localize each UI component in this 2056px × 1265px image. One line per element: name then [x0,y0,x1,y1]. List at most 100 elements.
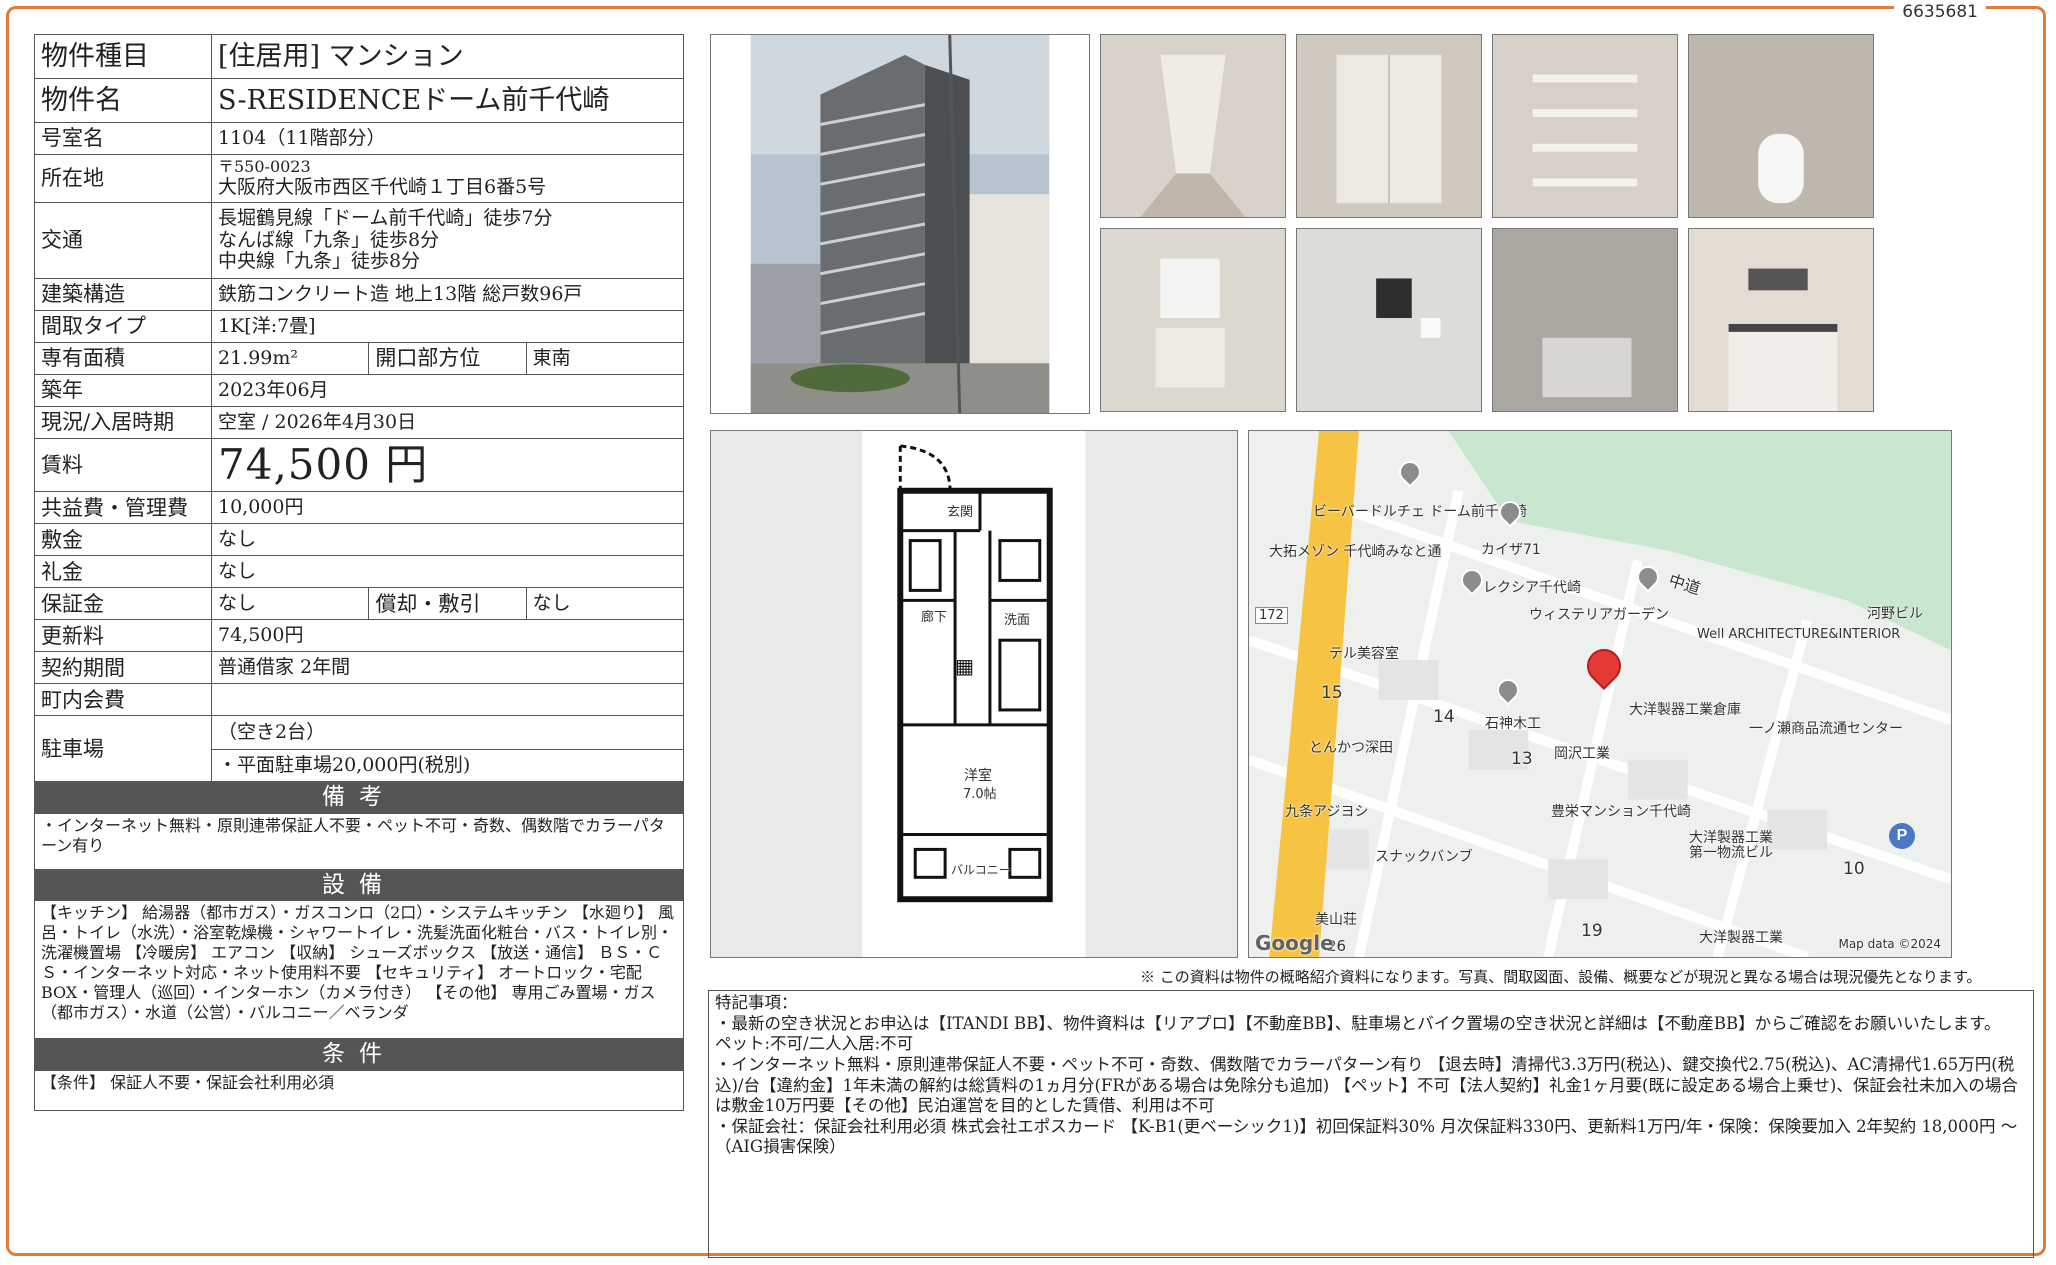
name-value: S-RESIDENCEドーム前千代崎 [211,78,684,123]
renewal-label: 更新料 [34,619,212,653]
document-id: 6635681 [1894,2,1986,22]
map-route-badge: 172 [1255,607,1288,624]
name-label: 物件名 [34,78,212,123]
postal-code: 〒550-0023 [218,157,311,177]
structure-label: 建築構造 [34,278,212,311]
fee-label: 共益費・管理費 [34,491,212,525]
plan-label-genkan: 玄関 [947,505,974,520]
built-label: 築年 [34,374,212,407]
room-value: 1104（11階部分） [211,122,684,155]
map-block-number: 19 [1581,921,1603,941]
map-label: 美山荘 [1315,912,1357,928]
plan-label-room-size: 7.0帖 [963,787,997,802]
map-label: 九条アジヨシ [1285,804,1369,820]
parking-availability: （空き2台） [211,715,684,751]
room-label: 号室名 [34,122,212,155]
parking-price: ・平面駐車場20,000円(税別) [211,749,684,783]
map-label: とんかつ深田 [1309,740,1393,756]
deposit-label: 敷金 [34,523,212,557]
interior-photo-bathroom [1492,228,1678,412]
contract-value: 普通借家 2年間 [211,651,684,685]
address-cell: 〒550-0023 大阪府大阪市西区千代崎１丁目6番5号 [211,154,684,203]
map-label: 大洋製器工業 第一物流ビル [1689,830,1773,862]
building-photo [710,34,1090,414]
rent-label: 賃料 [34,437,212,493]
amortize-label: 償却・敷引 [368,587,527,621]
contract-label: 契約期間 [34,651,212,685]
equipment-text: 【キッチン】 給湯器（都市ガス）・ガスコンロ（2口）・システムキッチン 【水廻り… [34,900,684,1040]
transport-label: 交通 [34,202,212,279]
map-block-number: 14 [1433,707,1455,727]
status-value: 空室 / 2026年4月30日 [211,406,684,439]
fee-value: 10,000円 [211,491,684,525]
interior-photo-bath-panel [1296,228,1482,412]
google-logo: Google [1255,931,1334,955]
map-block-number: 10 [1843,859,1865,879]
plan-label-balcony: バルコニー [951,863,1011,877]
map-label: 岡沢工業 [1554,746,1610,762]
interior-photo-toilet [1688,34,1874,218]
map-label: 石神木工 [1485,716,1541,732]
rent-value: 74,500 円 [211,437,684,493]
map-label: 豊栄マンション千代崎 [1551,804,1691,820]
map-label: Well ARCHITECTURE&INTERIOR [1697,627,1901,642]
interior-photo-washroom [1100,228,1286,412]
layout-label: 間取タイプ [34,310,212,343]
assoc-fee-value [211,683,684,717]
status-label: 現況/入居時期 [34,406,212,439]
map-label: テル美容室 [1329,646,1399,662]
conditions-header: 条件 [34,1038,684,1071]
interior-photo-kitchen [1688,228,1874,412]
map-block-number: 15 [1321,683,1343,703]
transport-line: 中央線「九条」徒歩8分 [218,250,421,273]
conditions-text: 【条件】 保証人不要・保証会社利用必須 [34,1069,684,1111]
area-label: 専有面積 [34,342,212,375]
equipment-header: 設備 [34,868,684,902]
map-credit: Map data ©2024 [1838,937,1941,951]
address-label: 所在地 [34,154,212,203]
direction-label: 開口部方位 [368,342,527,375]
floor-plan: ▦ 玄関 廊下 洗面 洋室 7.0帖 バルコニー [710,430,1238,958]
direction-value: 東南 [525,342,685,375]
guarantee-label: 保証金 [34,587,212,621]
map-label: レクシア千代崎 [1483,580,1581,596]
type-label: 物件種目 [34,34,212,79]
type-value: [住居用] マンション [211,34,684,79]
remarks-text: ・インターネット無料・原則連帯保証人不要・ペット不可・奇数、偶数階でカラーパター… [34,812,684,870]
location-map: ビーバードルチェ ドーム前千代崎 大拓メゾン 千代崎みなと通 カイザ71 レクシ… [1248,430,1952,958]
area-value: 21.99m² [210,342,370,375]
map-label: 河野ビル [1867,606,1923,622]
amortize-value: なし [525,587,685,621]
layout-value: 1K[洋:7畳] [211,310,684,343]
assoc-fee-label: 町内会費 [34,683,212,717]
built-value: 2023年06月 [211,374,684,407]
key-money-value: なし [211,555,684,589]
plan-label-washroom: 洗面 [1004,613,1031,628]
special-notes: 特記事項： ・最新の空き状況とお申込は【ITANDI BB】、物件資料は【リアプ… [708,990,2034,1258]
map-label: スナックバンブ [1375,849,1473,865]
key-money-label: 礼金 [34,555,212,589]
map-label: 一ノ瀬商品流通センター [1749,721,1903,737]
interior-photo-corridor [1100,34,1286,218]
guarantee-value: なし [210,587,370,621]
map-label: ウィステリアガーデン [1529,607,1669,623]
renewal-value: 74,500円 [211,619,684,653]
parking-label: 駐車場 [34,715,212,783]
address-value: 大阪府大阪市西区千代崎１丁目6番5号 [218,175,547,198]
map-label: 大洋製器工業 [1699,930,1783,946]
map-label: カイザ71 [1481,542,1541,558]
interior-photo-shoe-shelf [1492,34,1678,218]
property-table: 物件種目 [住居用] マンション 物件名 S-RESIDENCEドーム前千代崎 … [34,34,685,1111]
plan-label-room: 洋室 [964,768,992,784]
transport-line: なんば線「九条」徒歩8分 [218,228,440,251]
parking-marker-icon: P [1889,823,1915,849]
svg-text:▦: ▦ [955,656,974,678]
plan-label-corridor: 廊下 [921,610,948,625]
structure-value: 鉄筋コンクリート造 地上13階 総戸数96戸 [211,278,684,311]
transport-line: 長堀鶴見線「ドーム前千代崎」徒歩7分 [218,206,553,229]
interior-photo-closet [1296,34,1482,218]
map-block-number: 13 [1511,749,1533,769]
map-label: ビーバードルチェ ドーム前千代崎 [1313,504,1527,520]
remarks-header: 備考 [34,781,684,814]
map-label: 大拓メゾン 千代崎みなと通 [1269,544,1442,560]
